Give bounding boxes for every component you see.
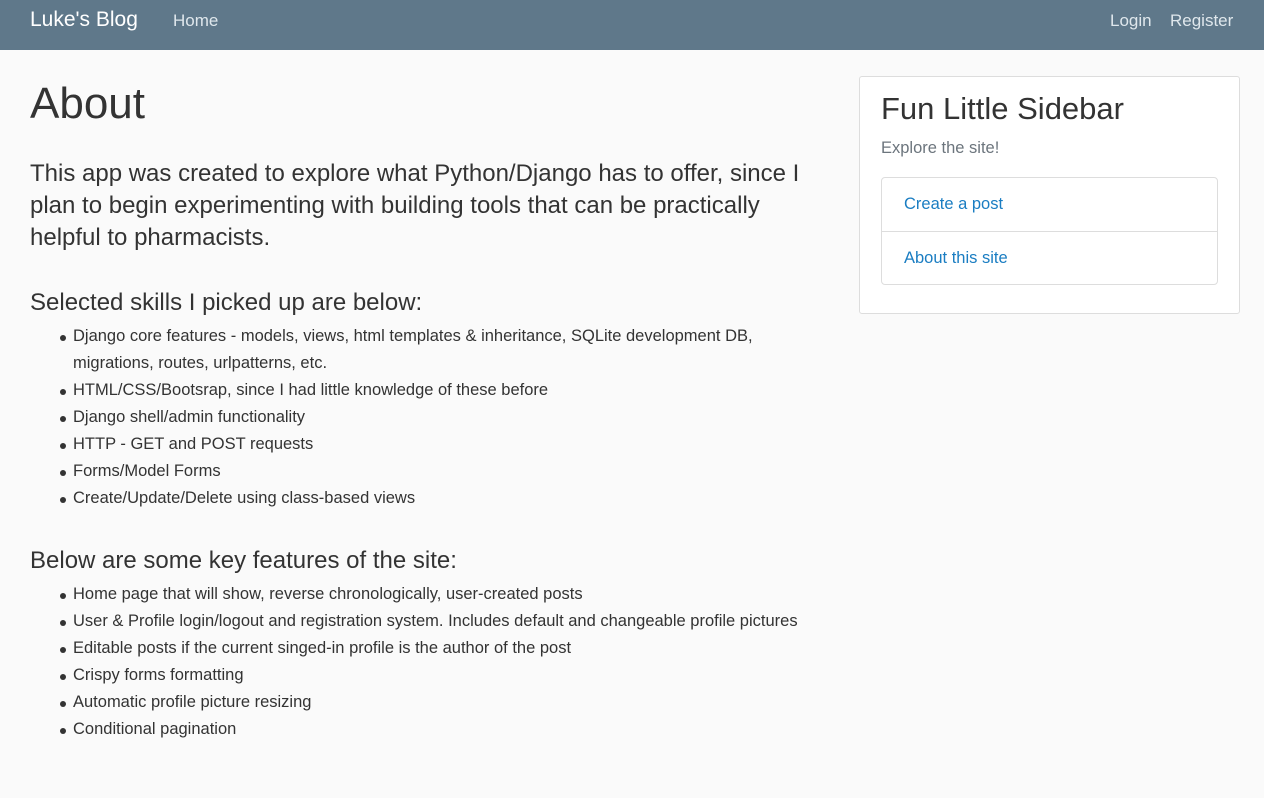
nav-home-link[interactable]: Home (173, 11, 218, 31)
sidebar-title: Fun Little Sidebar (881, 91, 1124, 126)
list-item: Automatic profile picture resizing (60, 689, 820, 716)
top-navbar: Luke's Blog Home Login Register (0, 0, 1264, 50)
nav-login-link[interactable]: Login (1110, 11, 1152, 31)
list-item: Crispy forms formatting (60, 662, 820, 689)
sidebar-card: Fun Little Sidebar Explore the site! Cre… (859, 76, 1240, 314)
page-title: About (30, 79, 145, 128)
nav-register-link[interactable]: Register (1170, 11, 1233, 31)
list-item: HTTP - GET and POST requests (60, 431, 820, 458)
sidebar-link-group: Create a post About this site (881, 177, 1218, 285)
main-content: About This app was created to explore wh… (30, 76, 820, 777)
list-item: Conditional pagination (60, 716, 820, 743)
list-item: Django shell/admin functionality (60, 404, 820, 431)
list-item: Forms/Model Forms (60, 458, 820, 485)
features-list: Home page that will show, reverse chrono… (60, 581, 820, 743)
skills-heading: Selected skills I picked up are below: (30, 289, 423, 316)
create-post-link[interactable]: Create a post (882, 178, 1217, 231)
sidebar-subtitle: Explore the site! (881, 139, 1000, 157)
features-heading: Below are some key features of the site: (30, 547, 457, 574)
list-item: Django core features - models, views, ht… (60, 323, 820, 377)
about-site-link[interactable]: About this site (882, 231, 1217, 284)
list-item: HTML/CSS/Bootsrap, since I had little kn… (60, 377, 820, 404)
skills-list: Django core features - models, views, ht… (60, 323, 820, 512)
lead-paragraph: This app was created to explore what Pyt… (30, 160, 800, 251)
list-item: Editable posts if the current singed-in … (60, 635, 820, 662)
list-item: Home page that will show, reverse chrono… (60, 581, 820, 608)
brand-link[interactable]: Luke's Blog (30, 8, 138, 32)
list-item: Create/Update/Delete using class-based v… (60, 485, 820, 512)
list-item: User & Profile login/logout and registra… (60, 608, 820, 635)
